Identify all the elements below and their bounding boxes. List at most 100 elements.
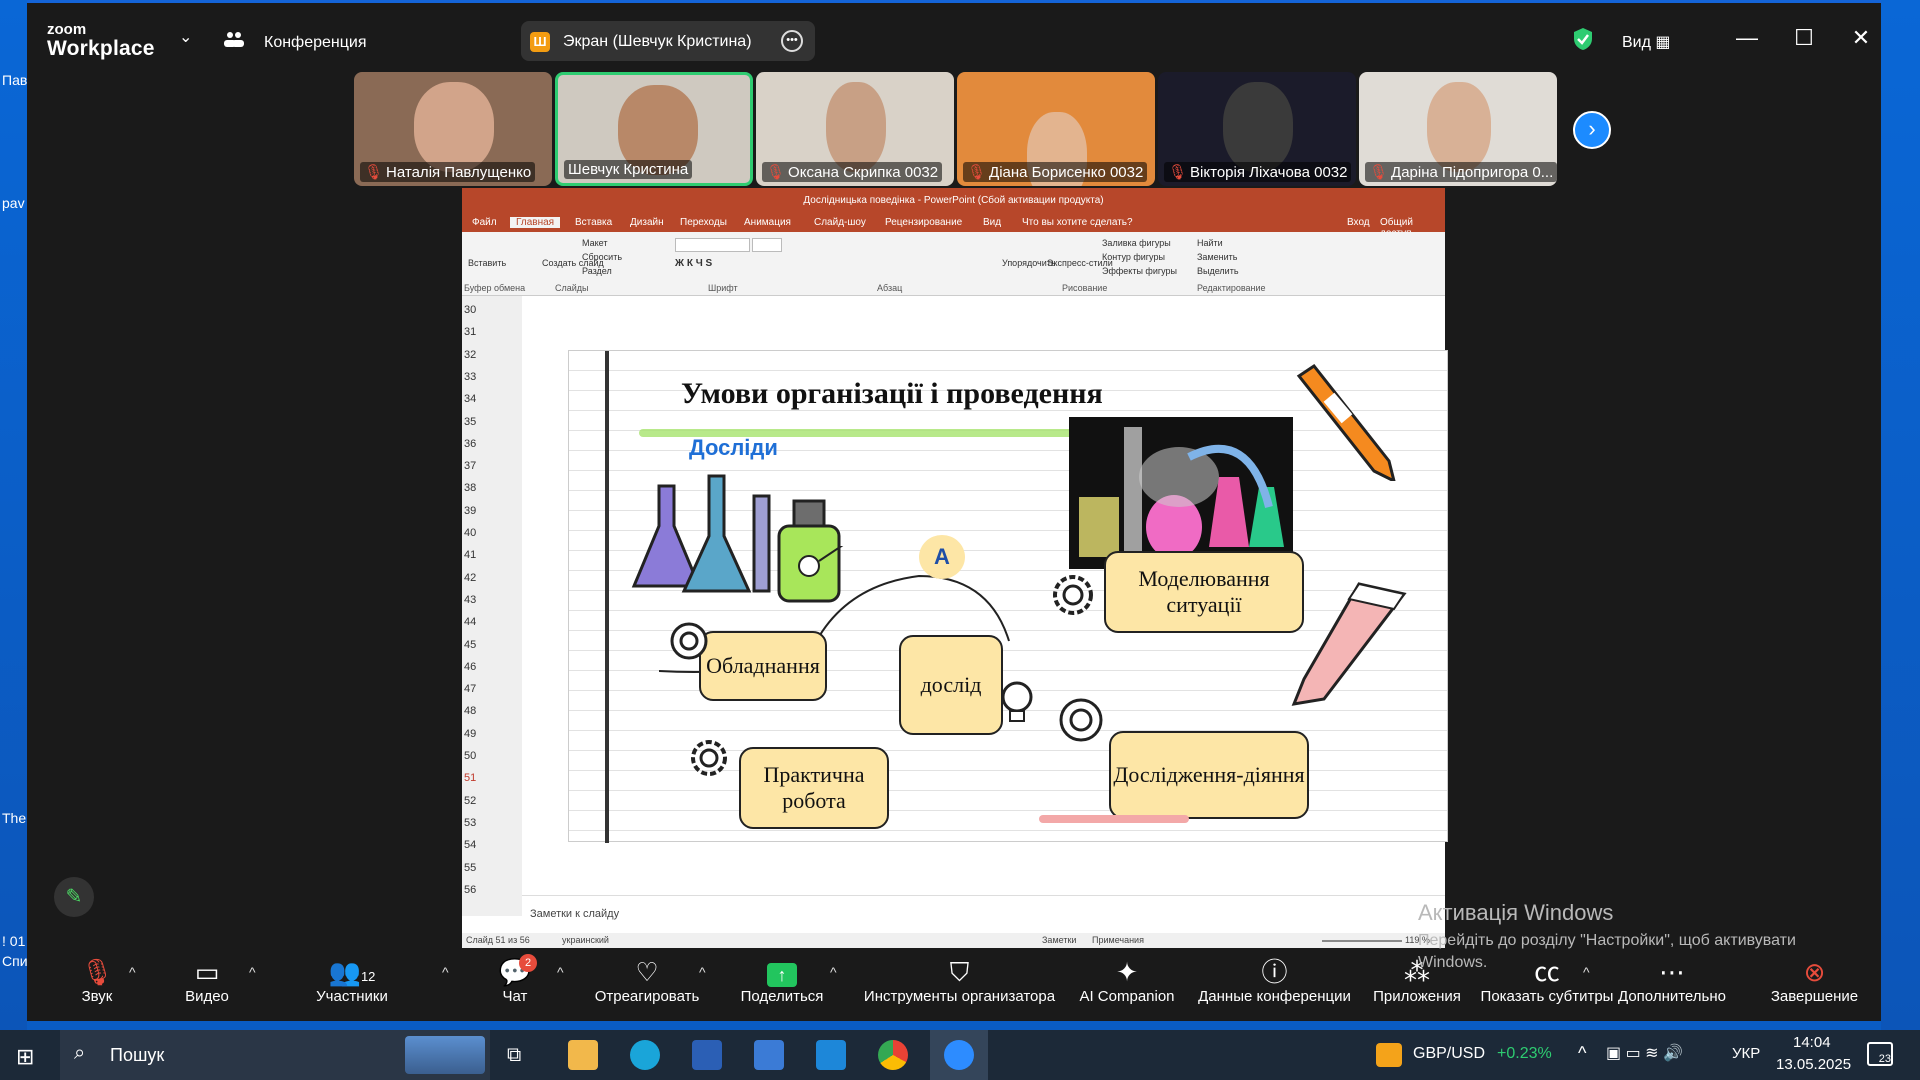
chevron-up-icon[interactable]: ^ [249,964,256,980]
edge-browser-icon[interactable] [630,1040,660,1070]
chevron-up-icon[interactable]: ^ [557,964,564,980]
tab-transitions[interactable]: Переходы [680,217,727,228]
chevron-up-icon[interactable]: ^ [830,964,837,980]
slide-number[interactable]: 56 [464,884,476,896]
tab-insert[interactable]: Вставка [575,217,612,228]
desktop-label[interactable]: Пав [2,72,27,88]
mail-icon[interactable] [816,1040,846,1070]
host-tools-button[interactable]: ⛉ Инструменты организатора [857,956,1062,1005]
slide-number[interactable]: 39 [464,505,476,517]
windows-start-icon[interactable]: ⊞ [16,1044,34,1070]
reset-button[interactable]: Сбросить [582,252,622,262]
clock-time[interactable]: 14:04 [1793,1034,1831,1051]
clock-date[interactable]: 13.05.2025 [1776,1056,1851,1073]
desktop-label[interactable]: The [2,810,26,826]
slide-number[interactable]: 46 [464,661,476,673]
find-button[interactable]: Найти [1197,238,1223,248]
layout-button[interactable]: Макет [582,238,607,248]
chevron-up-icon[interactable]: ^ [442,964,449,980]
zoom-slider[interactable] [1322,940,1402,942]
chevron-up-icon[interactable]: ^ [699,964,706,980]
bold-icon[interactable]: Ж К Ч S [675,258,712,269]
notes-toggle[interactable]: Заметки [1042,935,1076,945]
section-button[interactable]: Раздел [582,266,612,276]
slide-number[interactable]: 42 [464,572,476,584]
shape-fill-button[interactable]: Заливка фигуры [1102,238,1171,248]
font-size-field[interactable] [752,238,782,252]
replace-button[interactable]: Заменить [1197,252,1237,262]
desktop-label[interactable]: ! 01 [2,933,25,949]
shape-outline-button[interactable]: Контур фигуры [1102,252,1165,262]
comments-toggle[interactable]: Примечания [1092,935,1144,945]
file-explorer-icon[interactable] [568,1040,598,1070]
slide-number[interactable]: 53 [464,817,476,829]
react-button[interactable]: ♡ Отреагировать [587,956,707,1005]
taskbar-search-box[interactable]: ⌕ Пошук [60,1030,490,1080]
slide-number[interactable]: 47 [464,683,476,695]
slide-number[interactable]: 55 [464,862,476,874]
shield-icon[interactable] [1572,27,1594,51]
desktop-label[interactable]: Спи [2,953,28,969]
tell-me-search[interactable]: Что вы хотите сделать? [1022,217,1133,228]
select-button[interactable]: Выделить [1197,266,1239,276]
task-view-icon[interactable]: ⧉ [507,1044,521,1067]
tab-review[interactable]: Рецензирование [885,217,962,228]
slide-number[interactable]: 51 [464,772,476,784]
slide-number[interactable]: 54 [464,839,476,851]
paste-button[interactable]: Вставить [468,258,506,268]
chevron-up-icon[interactable]: ^ [129,964,136,980]
tab-file[interactable]: Файл [472,217,497,228]
slide-number[interactable]: 52 [464,795,476,807]
chevron-down-icon[interactable]: ⌄ [179,27,192,47]
view-button[interactable]: Вид ▦ [1622,32,1671,52]
slide-number[interactable]: 38 [464,482,476,494]
maximize-icon[interactable]: ☐ [1784,25,1824,51]
slide-number[interactable]: 30 [464,304,476,316]
participant-tile[interactable]: 🎙 Діана Борисенко 0032 [957,72,1155,186]
slide-number[interactable]: 40 [464,527,476,539]
tab-home[interactable]: Главная [510,217,561,228]
desktop-label[interactable]: pav [2,195,25,211]
participant-tile-active[interactable]: Шевчук Кристина [555,72,753,186]
zoom-taskbar-button[interactable] [930,1030,988,1080]
slide-number[interactable]: 33 [464,371,476,383]
slide-number[interactable]: 36 [464,438,476,450]
slide-number[interactable]: 34 [464,393,476,405]
share-screen-button[interactable]: ↑ Поделиться [727,956,837,1005]
sign-in-link[interactable]: Вход [1347,217,1370,228]
font-name-field[interactable] [675,238,750,252]
tray-icons[interactable]: ▣ ▭ ≋ 🔊 [1606,1043,1683,1063]
slide-number[interactable]: 37 [464,460,476,472]
annotate-pencil-icon[interactable]: ✎ [54,877,94,917]
slide-number[interactable]: 45 [464,639,476,651]
more-icon[interactable]: ••• [781,30,803,52]
slide-number[interactable]: 43 [464,594,476,606]
conference-label[interactable]: Конференция [264,34,367,52]
participant-tile[interactable]: 🎙 Оксана Скрипка 0032 [756,72,954,186]
slide-number[interactable]: 50 [464,750,476,762]
meeting-info-button[interactable]: ⓘ Данные конференции [1192,956,1357,1005]
close-icon[interactable]: ✕ [1841,25,1881,51]
ticker-symbol[interactable]: GBP/USD [1413,1045,1485,1063]
participant-tile[interactable]: 🎙 Даріна Підопригора 0... [1359,72,1557,186]
tab-animations[interactable]: Анимация [744,217,791,228]
slide-number[interactable]: 44 [464,616,476,628]
shape-effects-button[interactable]: Эффекты фигуры [1102,266,1177,276]
tab-design[interactable]: Дизайн [630,217,664,228]
screen-share-pill[interactable]: Ш Экран (Шевчук Кристина) ••• [521,21,815,61]
slide-number[interactable]: 41 [464,549,476,561]
tab-slideshow[interactable]: Слайд-шоу [814,217,866,228]
chat-button[interactable]: 💬 2 Чат [485,954,545,1005]
ai-companion-button[interactable]: ✦ AI Companion [1072,956,1182,1005]
slide-number[interactable]: 31 [464,326,476,338]
participant-tile[interactable]: 🎙 Вікторія Ліхачова 0032 [1158,72,1356,186]
tab-view[interactable]: Вид [983,217,1001,228]
notification-icon[interactable]: 23 [1867,1042,1893,1066]
store-icon[interactable] [754,1040,784,1070]
slide-number[interactable]: 35 [464,416,476,428]
chrome-icon[interactable] [878,1040,908,1070]
slide-number[interactable]: 32 [464,349,476,361]
notes-pane[interactable]: Заметки к слайду [522,895,1445,933]
video-button[interactable]: ▭ Видео [167,956,247,1005]
slide-number[interactable]: 49 [464,728,476,740]
